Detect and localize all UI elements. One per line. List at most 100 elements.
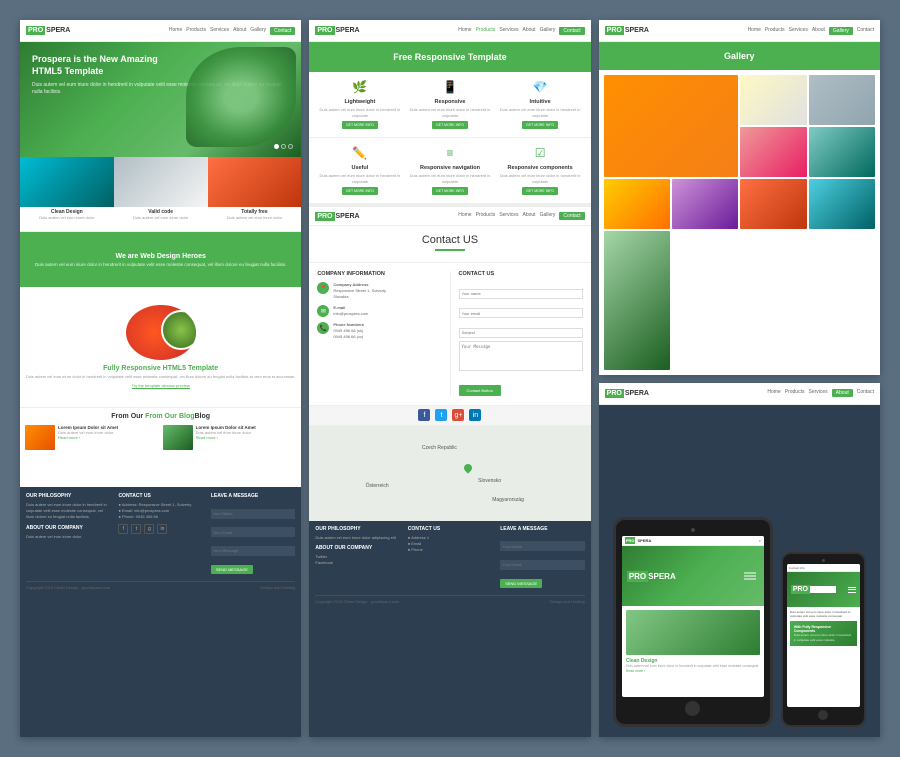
contact-subject-input[interactable]: [459, 328, 583, 338]
facebook-icon[interactable]: f: [118, 524, 128, 534]
twitter-social-icon[interactable]: t: [435, 409, 447, 421]
col2-contact-navbar: PRO SPERA Home Products Services About G…: [309, 204, 590, 226]
googleplus-icon[interactable]: g: [144, 524, 154, 534]
thumb-img-3: [208, 157, 302, 207]
col2-footer-contact: CONTACT US ● Address 1● Email● Phone: [408, 526, 492, 590]
gallery-item-4[interactable]: [740, 127, 806, 177]
thumb-clean-design: Clean Design Duis autem vel eum iriure d…: [20, 157, 114, 231]
col2-footer-email-input[interactable]: [500, 560, 584, 570]
col1-template-link[interactable]: Try the template window preview: [132, 383, 190, 389]
col2-footer-philosophy-text: Duis autem vel eum iriure dolor adipisci…: [315, 535, 399, 541]
col2-contact-nav-links[interactable]: Home Products Services About Gallery Con…: [458, 212, 584, 220]
col2-footer-design: Design and Hosting: [550, 599, 585, 604]
thumb-totally-free: Totally free Duis autem vel eum iriure d…: [208, 157, 302, 231]
col2c-logo-spera: SPERA: [336, 213, 360, 220]
col2-nav-links[interactable]: Home Products Services About Gallery Con…: [458, 27, 584, 35]
footer-send-btn[interactable]: SEND MESSAGE: [211, 565, 253, 574]
footer-design-credit: Design and Hosting: [260, 585, 295, 590]
col2-footer-philosophy-title: OUR PHILOSOPHY: [315, 526, 399, 532]
col3-logo-pro: PRO: [605, 26, 624, 35]
thumb-text-2: Duis autem vel eum iriure dolor: [131, 215, 190, 220]
col3-devices-nav-links[interactable]: Home Products Services About Contact: [767, 389, 874, 397]
col2-footer-message: LEAVE A MESSAGE SEND MESSAGE: [500, 526, 584, 590]
contact-message-textarea[interactable]: [459, 341, 583, 371]
blog-thumb-2: [163, 425, 193, 450]
feature-lightweight-btn[interactable]: GET MORE INFO: [342, 121, 378, 129]
col1-navbar: PRO SPERA Home Products Services About G…: [20, 20, 301, 42]
footer-name-input[interactable]: [211, 509, 295, 519]
contact-name-input[interactable]: [459, 289, 583, 299]
gallery-item-9[interactable]: [809, 179, 875, 229]
col1-footer-columns: OUR PHILOSOPHY Duis autem vel eum iriure…: [26, 493, 295, 576]
feature-components-btn[interactable]: GET MORE INFO: [522, 187, 558, 195]
feature-responsive-btn[interactable]: GET MORE INFO: [432, 121, 468, 129]
twitter-icon[interactable]: t: [131, 524, 141, 534]
contact-email-input[interactable]: [459, 308, 583, 318]
gallery-item-6[interactable]: [604, 179, 670, 229]
footer-social-links[interactable]: f t g in: [118, 524, 202, 534]
col2-footer-columns: OUR PHILOSOPHY Duis autem vel eum iriure…: [315, 526, 584, 590]
contact-submit-button[interactable]: Contact Button: [459, 385, 501, 396]
facebook-social-icon[interactable]: f: [418, 409, 430, 421]
thumb-img-2: [114, 157, 208, 207]
phone-content: Duis autem vel eum iriure dolor in hendr…: [787, 607, 860, 707]
tablet-read-more[interactable]: Read more ›: [626, 669, 760, 673]
map-label-austria: Österreich: [366, 483, 389, 489]
feature-responsive-title: Responsive: [435, 99, 466, 105]
dot-3[interactable]: [288, 144, 293, 149]
col3-logo: PRO SPERA: [605, 26, 649, 35]
col3-nav-links[interactable]: Home Products Services About Gallery Con…: [748, 27, 874, 35]
map-label-czech: Czech Republic: [422, 445, 457, 451]
phone-home-button[interactable]: [818, 710, 828, 720]
footer-col-contact: CONTACT US ● Address: Responsive Street …: [118, 493, 202, 576]
linkedin-social-icon[interactable]: in: [469, 409, 481, 421]
gallery-item-8[interactable]: [740, 179, 806, 229]
gallery-item-10[interactable]: [604, 231, 670, 370]
phone-hamburger-menu[interactable]: [848, 587, 856, 593]
feature-nav: ≡ Responsive navigation Duis autem vel e…: [407, 146, 492, 195]
blog-read-more-1[interactable]: Read more ›: [58, 435, 118, 440]
footer-copyright: Copyright 2013 Clean Design - goodlayers…: [26, 585, 110, 590]
intuitive-icon: 💎: [532, 80, 548, 96]
contact-phone-text: Phone Numbers 0945 456 66 (sk) 0945 456 …: [333, 322, 364, 340]
address-icon: 📍: [317, 282, 329, 294]
feature-useful-text: Duis autem vel eum iriure dolor in hendr…: [317, 173, 402, 184]
col1-responsive-title: Fully Responsive HTML5 Template: [103, 365, 218, 372]
contact-phone-item: 📞 Phone Numbers 0945 456 66 (sk) 0945 45…: [317, 322, 441, 340]
feature-responsive-text: Duis autem vel eum iriure dolor in hendr…: [407, 107, 492, 118]
feature-lightweight-title: Lightweight: [344, 99, 375, 105]
col3-content: PRO SPERA Home Products Services About G…: [599, 20, 880, 737]
dot-1[interactable]: [274, 144, 279, 149]
hero-carousel-dots[interactable]: [274, 144, 293, 149]
gallery-item-3[interactable]: [809, 75, 875, 125]
gallery-page-header: Gallery: [599, 42, 880, 70]
gallery-item-2[interactable]: [740, 75, 806, 125]
col2-features-row1: 🌿 Lightweight Duis autem vel eum iriure …: [309, 72, 590, 138]
tablet-hero: PROSPERA: [622, 546, 764, 606]
hero-leaf-decoration: [186, 47, 296, 147]
gallery-item-5[interactable]: [809, 127, 875, 177]
feature-useful-btn[interactable]: GET MORE INFO: [342, 187, 378, 195]
feature-intuitive-btn[interactable]: GET MORE INFO: [522, 121, 558, 129]
dot-2[interactable]: [281, 144, 286, 149]
col2-footer-name-input[interactable]: [500, 541, 584, 551]
gallery-item-7[interactable]: [672, 179, 738, 229]
gallery-item-1[interactable]: [604, 75, 739, 177]
col1-nav-links[interactable]: Home Products Services About Gallery Con…: [169, 27, 295, 35]
col2-footer-philosophy: OUR PHILOSOPHY Duis autem vel eum iriure…: [315, 526, 399, 590]
feature-nav-btn[interactable]: GET MORE INFO: [432, 187, 468, 195]
tablet-screen-navbar: PRO SPERA ≡: [622, 536, 764, 546]
blog-read-more-2[interactable]: Read more ›: [196, 435, 256, 440]
col1-footer: OUR PHILOSOPHY Duis autem vel eum iriure…: [20, 487, 301, 737]
col3-devices-logo: PRO SPERA: [605, 389, 649, 398]
gplus-social-icon[interactable]: g+: [452, 409, 464, 421]
components-icon: ☑: [532, 146, 548, 162]
col2-footer-send-btn[interactable]: SEND MESSAGE: [500, 579, 542, 588]
col1-green-subtitle: Duis autem vel eum iriure dolor in hendr…: [35, 262, 287, 267]
tablet-home-button[interactable]: [685, 701, 700, 716]
map-marker: [462, 462, 473, 473]
footer-email-input[interactable]: [211, 527, 295, 537]
footer-message-input[interactable]: [211, 546, 295, 556]
linkedin-icon[interactable]: in: [157, 524, 167, 534]
footer-philosophy-text: Duis autem vel eum iriure dolor in hendr…: [26, 502, 110, 520]
